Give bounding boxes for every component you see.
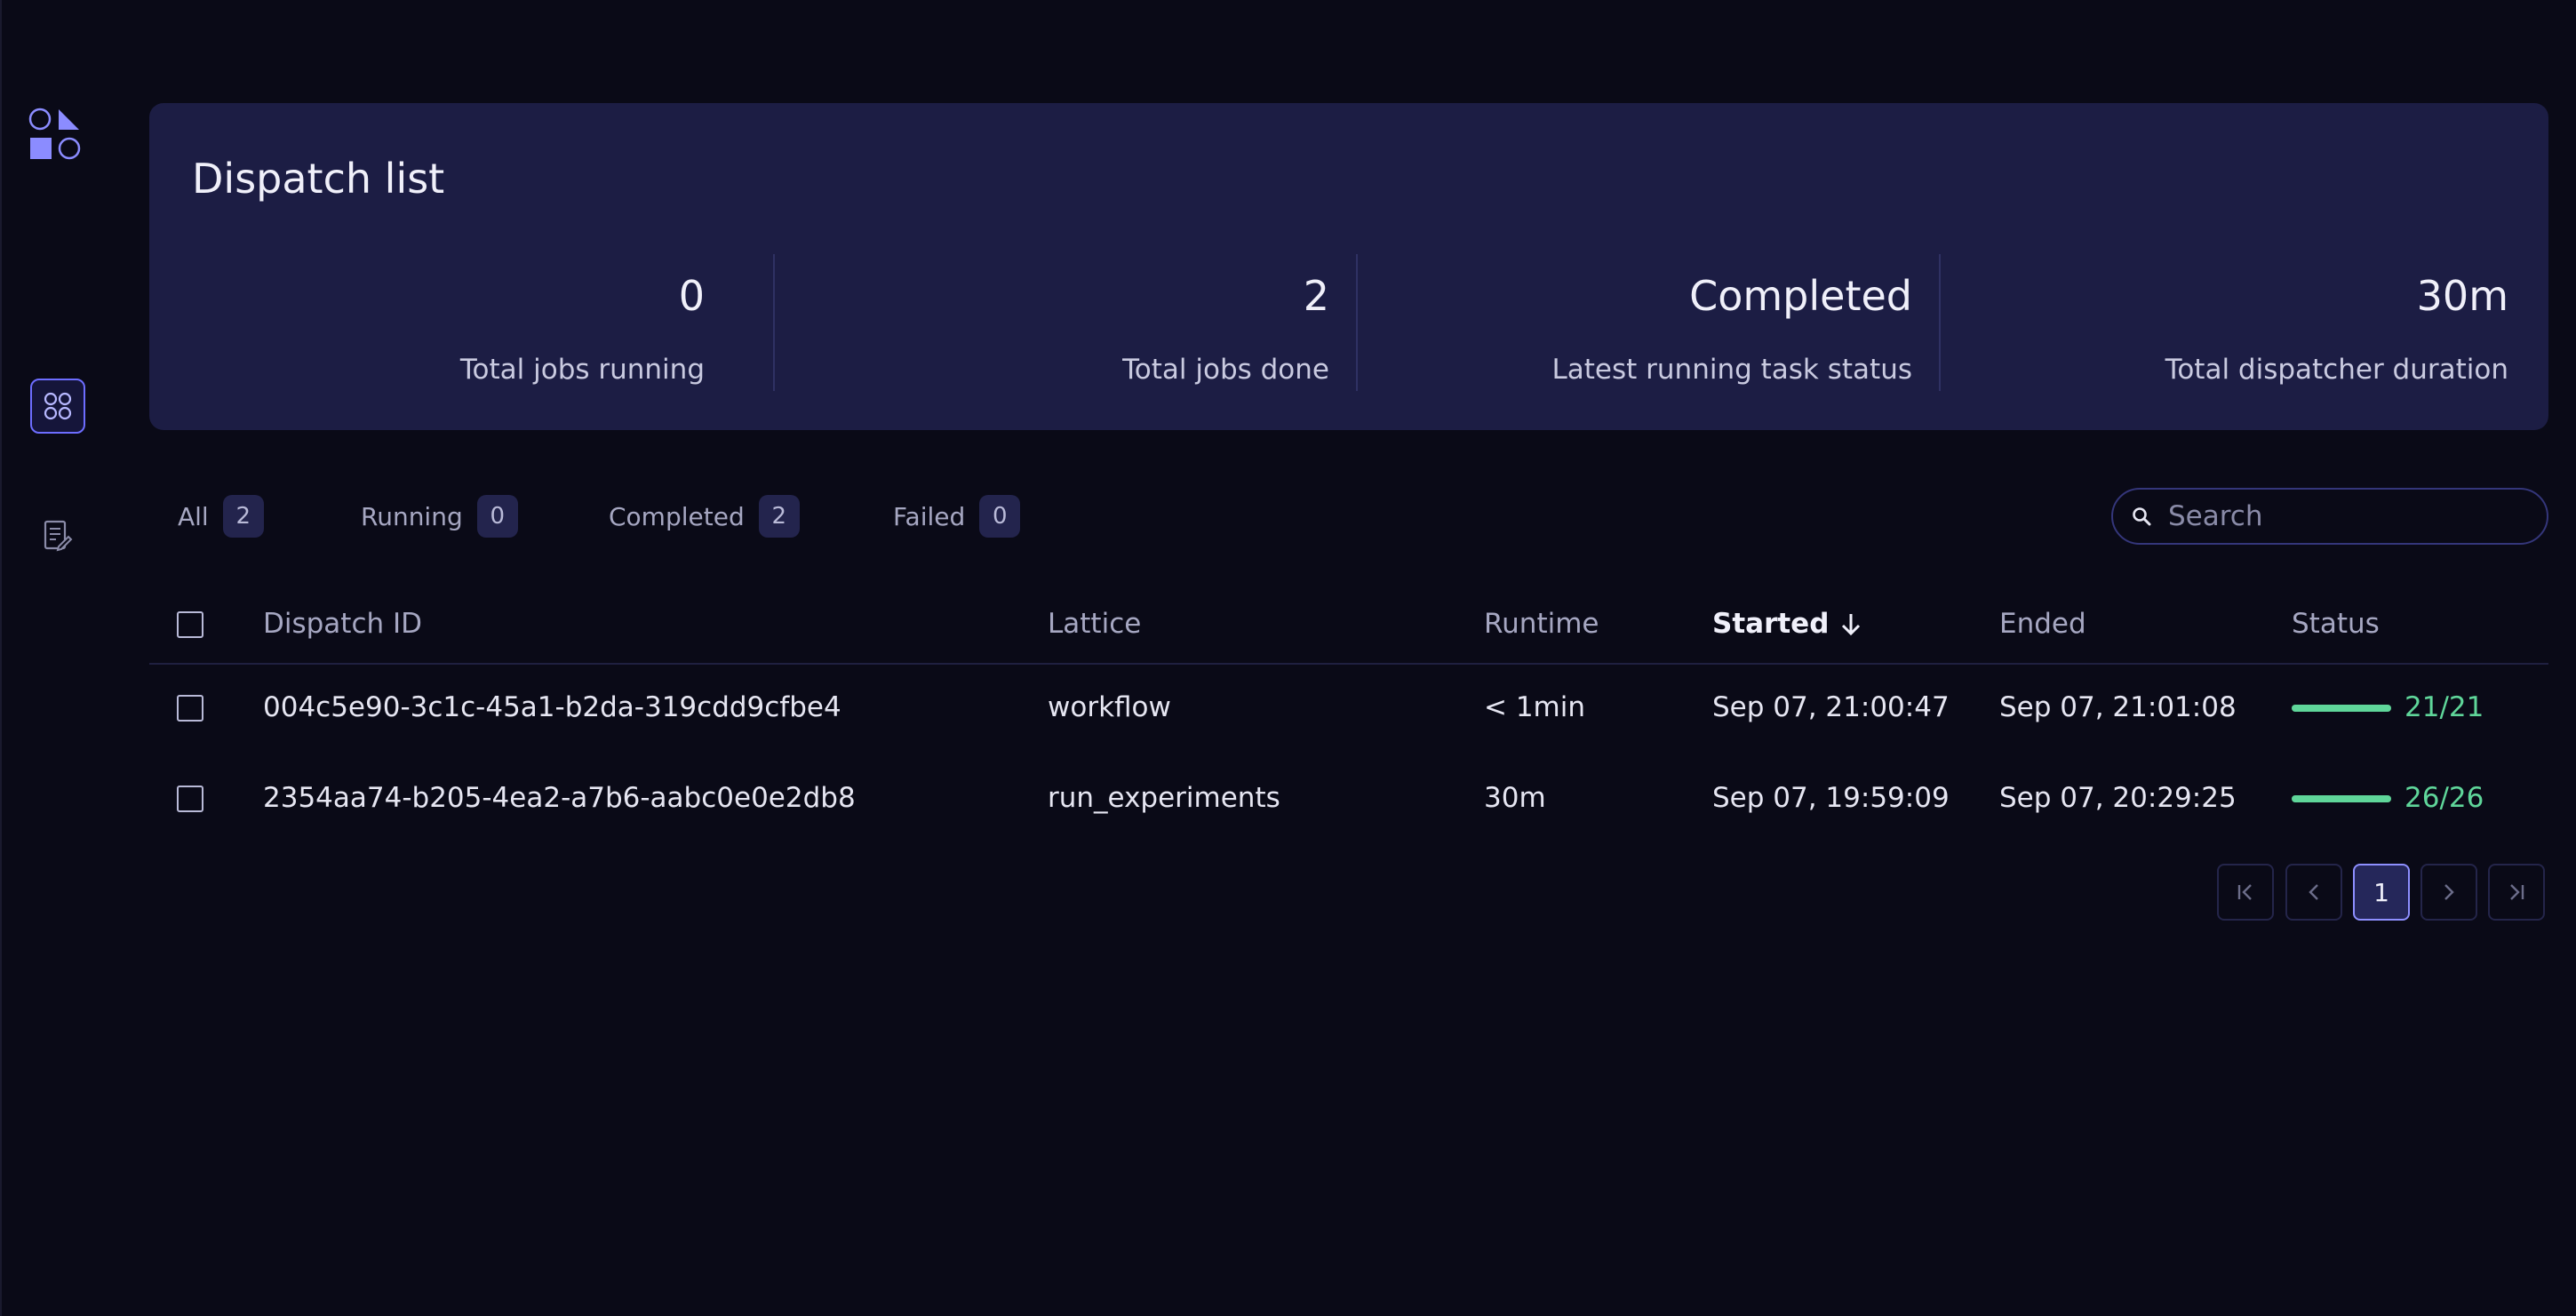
chevron-left-icon (2309, 884, 2318, 900)
row-checkbox[interactable] (177, 695, 203, 722)
filter-count-badge: 2 (222, 495, 264, 538)
stat-value: 2 (1303, 272, 1329, 320)
filter-count-badge: 2 (758, 495, 800, 538)
stat-total-dispatcher-duration: 30m Total dispatcher duration (1940, 254, 2535, 387)
search-input[interactable] (2168, 500, 2524, 532)
column-header-ended[interactable]: Ended (1999, 608, 2086, 640)
previous-page-button[interactable] (2285, 864, 2342, 921)
runtime-cell: < 1min (1484, 691, 1586, 723)
lattice-cell: run_experiments (1048, 782, 1280, 814)
dispatch-summary-card: Dispatch list 0 Total jobs running 2 Tot… (149, 103, 2548, 430)
stat-total-jobs-done: 2 Total jobs done (774, 254, 1356, 387)
status-progress-bar (2292, 795, 2391, 802)
first-page-button[interactable] (2217, 864, 2274, 921)
column-header-status[interactable]: Status (2292, 608, 2380, 640)
filter-tab-running[interactable]: Running 0 (361, 494, 518, 538)
sidebar (0, 0, 107, 1316)
runtime-cell: 30m (1484, 782, 1546, 814)
chevron-right-icon (2444, 884, 2454, 900)
sort-descending-arrow-icon (1842, 614, 1861, 636)
row-checkbox[interactable] (177, 786, 203, 812)
nav-logs-button[interactable] (30, 508, 85, 563)
started-cell: Sep 07, 19:59:09 (1712, 782, 1950, 814)
select-all-checkbox[interactable] (177, 611, 203, 638)
page-title: Dispatch list (192, 155, 445, 203)
stat-value: 30m (2416, 272, 2508, 320)
covalent-logo-icon[interactable] (28, 107, 82, 162)
first-page-icon (2237, 884, 2252, 900)
filter-tab-label: Completed (609, 501, 745, 531)
stat-total-jobs-running: 0 Total jobs running (149, 254, 731, 387)
search-box[interactable] (2111, 488, 2548, 545)
filter-tab-completed[interactable]: Completed 2 (609, 494, 800, 538)
lattice-cell: workflow (1048, 691, 1171, 723)
status-count: 21/21 (2405, 691, 2484, 723)
last-page-icon (2510, 884, 2524, 900)
filter-count-badge: 0 (979, 495, 1021, 538)
table-header-divider (149, 663, 2548, 665)
filter-count-badge: 0 (476, 495, 518, 538)
ended-cell: Sep 07, 21:01:08 (1999, 691, 2237, 723)
status-count: 26/26 (2405, 782, 2484, 814)
next-page-button[interactable] (2420, 864, 2477, 921)
stat-label: Latest running task status (1551, 354, 1913, 386)
filter-tab-failed[interactable]: Failed 0 (893, 494, 1021, 538)
column-header-dispatch-id[interactable]: Dispatch ID (263, 608, 422, 640)
logs-icon (44, 520, 73, 552)
column-header-lattice[interactable]: Lattice (1048, 608, 1141, 640)
column-header-started[interactable]: Started (1712, 608, 1862, 640)
dispatch-list-icon (44, 392, 72, 420)
dispatch-id-link[interactable]: 2354aa74-b205-4ea2-a7b6-aabc0e0e2db8 (263, 782, 856, 814)
stat-label: Total jobs running (459, 354, 705, 386)
status-progress-fill (2292, 795, 2391, 802)
stat-latest-task-status: Completed Latest running task status (1357, 254, 1939, 387)
nav-dispatch-list-button[interactable] (30, 379, 85, 434)
status-progress-fill (2292, 705, 2391, 712)
dispatch-id-link[interactable]: 004c5e90-3c1c-45a1-b2da-319cdd9cfbe4 (263, 691, 841, 723)
stat-label: Total jobs done (1122, 354, 1329, 386)
filter-tab-label: All (178, 501, 209, 531)
last-page-button[interactable] (2488, 864, 2545, 921)
stat-label: Total dispatcher duration (2165, 354, 2508, 386)
filter-tab-all[interactable]: All 2 (178, 494, 264, 538)
status-progress-bar (2292, 705, 2391, 712)
stat-value: Completed (1689, 272, 1912, 320)
column-header-runtime[interactable]: Runtime (1484, 608, 1599, 640)
started-cell: Sep 07, 21:00:47 (1712, 691, 1950, 723)
ended-cell: Sep 07, 20:29:25 (1999, 782, 2237, 814)
filter-tab-label: Failed (893, 501, 966, 531)
column-header-label: Started (1712, 608, 1830, 640)
search-icon (2133, 507, 2151, 526)
filter-tab-label: Running (361, 501, 463, 531)
stat-value: 0 (678, 272, 705, 320)
page-number-button[interactable]: 1 (2353, 864, 2410, 921)
